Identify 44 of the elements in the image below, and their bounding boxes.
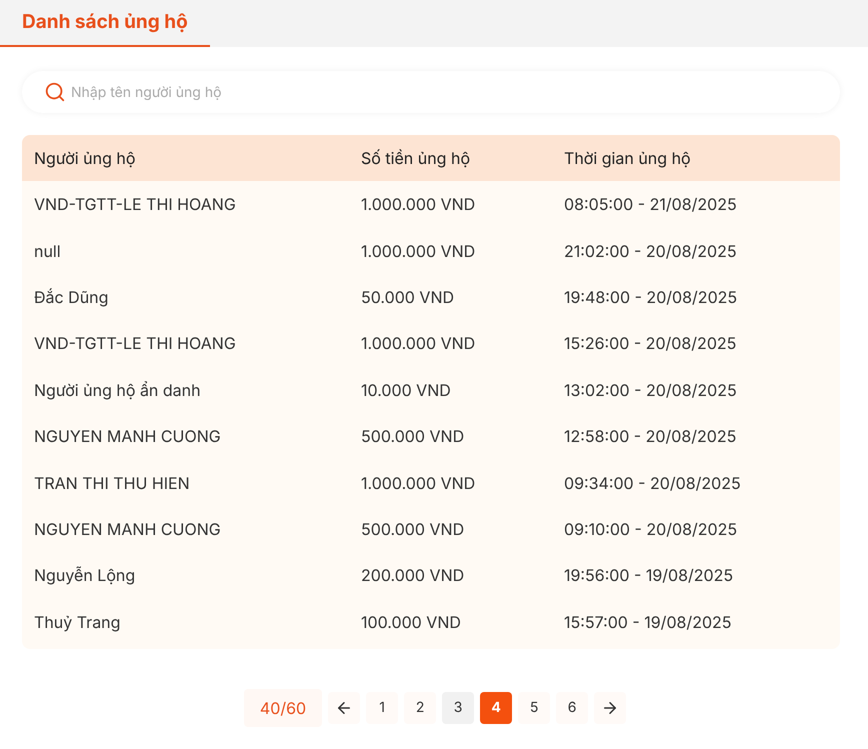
- table-cell-text: 08:05:00 - 21/08/2025: [564, 193, 738, 216]
- table-cell-text: 200.000 VND: [361, 564, 466, 588]
- table-cell-text: Nguyễn Lộng: [34, 564, 136, 588]
- search-field[interactable]: Nhập tên người ủng hộ: [22, 71, 840, 113]
- page-button[interactable]: 3: [442, 692, 474, 724]
- page-button[interactable]: 6: [556, 692, 588, 724]
- column-header: Người ủng hộ: [34, 147, 136, 170]
- column-header: Số tiền ủng hộ: [361, 147, 472, 170]
- table-cell-text: 15:57:00 - 19/08/2025: [564, 610, 733, 634]
- table-cell-text: 1.000.000 VND: [361, 240, 476, 263]
- table-cell-text: 09:34:00 - 20/08/2025: [564, 472, 742, 495]
- table-cell-text: NGUYEN MANH CUONG: [34, 425, 222, 448]
- table-cell-text: 15:26:00 - 20/08/2025: [564, 332, 738, 356]
- next-page-button[interactable]: [594, 692, 626, 724]
- table-cell-text: 09:10:00 - 20/08/2025: [564, 518, 738, 541]
- table-cell-text: 1.000.000 VND: [361, 193, 476, 216]
- table-cell-text: 1.000.000 VND: [361, 332, 476, 356]
- table-cell-text: NGUYEN MANH CUONG: [34, 518, 222, 541]
- table-cell-text: 19:48:00 - 20/08/2025: [564, 286, 738, 309]
- column-header: Thời gian ủng hộ: [564, 147, 692, 170]
- table-cell-text: Đắc Dũng: [34, 286, 110, 309]
- page-button[interactable]: 5: [518, 692, 550, 724]
- previous-page-button[interactable]: [328, 692, 360, 724]
- search-icon: [44, 81, 66, 103]
- table-cell-text: 50.000 VND: [361, 286, 456, 309]
- table-cell-text: VND-TGTT-LE THI HOANG: [34, 193, 237, 216]
- table-cell-text: 21:02:00 - 20/08/2025: [564, 240, 738, 263]
- table-cell-text: 500.000 VND: [361, 425, 466, 448]
- table-cell-text: 19:56:00 - 19/08/2025: [564, 564, 734, 588]
- table-cell-text: 500.000 VND: [361, 518, 466, 541]
- table-cell-text: 1.000.000 VND: [361, 472, 476, 495]
- page-button[interactable]: 1: [366, 692, 398, 724]
- table-cell-text: Người ủng hộ ẩn danh: [34, 378, 202, 402]
- page-button[interactable]: 2: [404, 692, 436, 724]
- table-cell-text: Thuỷ Trang: [34, 610, 122, 634]
- table-cell-text: 100.000 VND: [361, 610, 462, 634]
- table-cell-text: null: [34, 240, 62, 263]
- result-count: 40/60: [244, 688, 322, 727]
- table-cell-text: VND-TGTT-LE THI HOANG: [34, 332, 237, 356]
- page-button[interactable]: 4: [480, 692, 512, 724]
- table-cell-text: 13:02:00 - 20/08/2025: [564, 378, 738, 402]
- table-cell-text: TRAN THI THU HIEN: [34, 472, 191, 495]
- table-cell-text: 12:58:00 - 20/08/2025: [564, 425, 738, 448]
- table-cell-text: 10.000 VND: [361, 378, 452, 402]
